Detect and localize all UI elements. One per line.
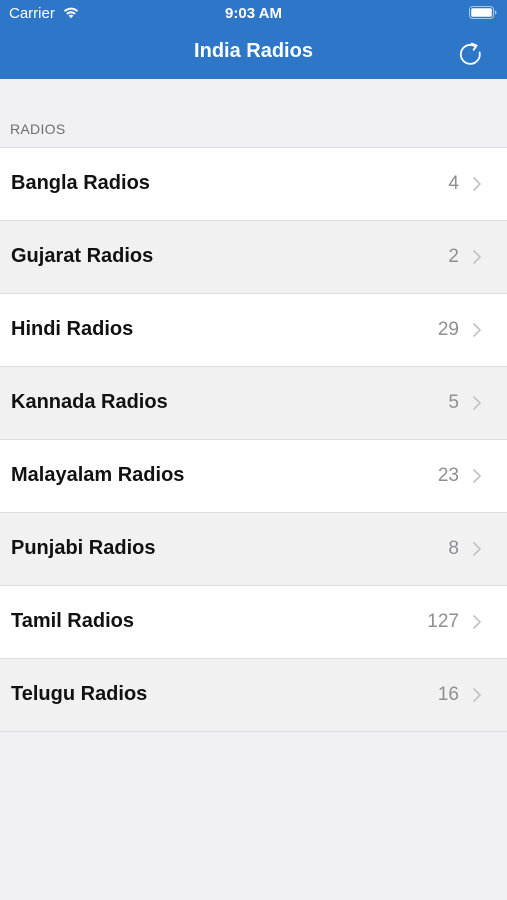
refresh-icon[interactable]: [455, 39, 485, 69]
chevron-right-icon: [473, 250, 481, 264]
list-item-punjabi-radios[interactable]: Punjabi Radios 8: [0, 512, 507, 585]
list-item-malayalam-radios[interactable]: Malayalam Radios 23: [0, 439, 507, 512]
list-item-count: 4: [448, 173, 459, 194]
radio-category-list: Bangla Radios 4 Gujarat Radios 2 Hindi R…: [0, 147, 507, 732]
list-item-hindi-radios[interactable]: Hindi Radios 29: [0, 293, 507, 366]
chevron-right-icon: [473, 177, 481, 191]
list-item-label: Tamil Radios: [11, 610, 134, 632]
list-item-count: 16: [437, 684, 459, 705]
list-item-label: Hindi Radios: [11, 318, 134, 340]
navigation-bar: Carrier 9:03 AM India Radios: [0, 0, 507, 79]
status-bar: Carrier 9:03 AM: [0, 0, 507, 28]
list-item-count: 5: [448, 392, 459, 413]
list-item-kannada-radios[interactable]: Kannada Radios 5: [0, 366, 507, 439]
chevron-right-icon: [473, 396, 481, 410]
list-item-label: Malayalam Radios: [11, 464, 185, 486]
app-screen: Carrier 9:03 AM India Radios RADIOS Bang…: [0, 0, 507, 900]
list-item-label: Gujarat Radios: [11, 245, 154, 267]
list-item-bangla-radios[interactable]: Bangla Radios 4: [0, 147, 507, 220]
list-item-count: 127: [427, 611, 459, 632]
list-item-gujarat-radios[interactable]: Gujarat Radios 2: [0, 220, 507, 293]
list-item-label: Punjabi Radios: [11, 537, 156, 559]
section-header: RADIOS: [10, 121, 66, 137]
list-item-label: Kannada Radios: [11, 391, 168, 413]
list-item-count: 8: [448, 538, 459, 559]
battery-icon: [469, 6, 497, 19]
status-time: 9:03 AM: [225, 5, 282, 22]
list-item-count: 2: [448, 246, 459, 267]
page-title: India Radios: [194, 40, 313, 62]
list-item-telugu-radios[interactable]: Telugu Radios 16: [0, 658, 507, 732]
list-item-count: 23: [437, 465, 459, 486]
chevron-right-icon: [473, 542, 481, 556]
list-item-tamil-radios[interactable]: Tamil Radios 127: [0, 585, 507, 658]
chevron-right-icon: [473, 469, 481, 483]
chevron-right-icon: [473, 323, 481, 337]
chevron-right-icon: [473, 688, 481, 702]
list-item-count: 29: [437, 319, 459, 340]
list-item-label: Bangla Radios: [11, 172, 150, 194]
chevron-right-icon: [473, 615, 481, 629]
list-item-label: Telugu Radios: [11, 683, 148, 705]
